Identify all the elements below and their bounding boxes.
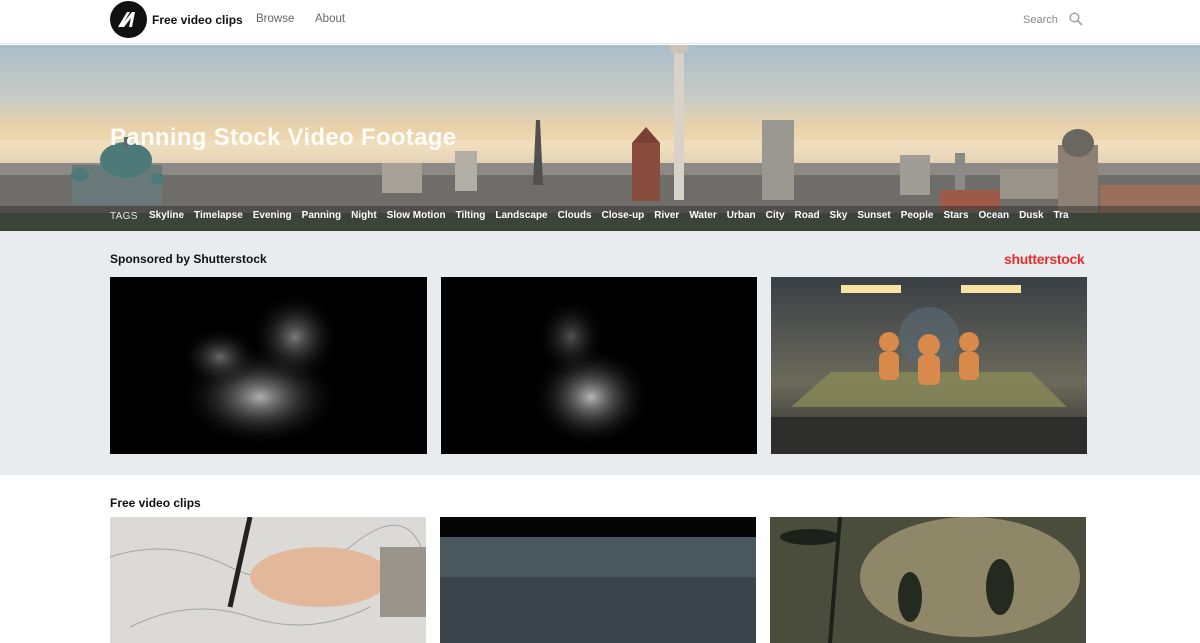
video-thumbnail[interactable] <box>771 277 1087 454</box>
tag-link[interactable]: Urban <box>727 210 756 221</box>
nav-about-link[interactable]: About <box>315 13 345 25</box>
top-navigation-bar: Free video clips Browse About Search <box>0 0 1200 44</box>
nav-browse-link[interactable]: Browse <box>256 13 294 25</box>
tag-link[interactable]: Slow Motion <box>387 210 446 221</box>
hero-banner: Panning Stock Video Footage TAGS Skyline… <box>0 45 1200 231</box>
search-icon[interactable] <box>1069 12 1083 26</box>
video-thumbnail[interactable] <box>110 517 426 643</box>
sponsored-section: Sponsored by Shutterstock shutterstock <box>0 231 1200 475</box>
tag-link[interactable]: Close-up <box>602 210 645 221</box>
shutterstock-logo[interactable]: shutterstock <box>1004 251 1085 267</box>
tag-link[interactable]: Night <box>351 210 377 221</box>
video-thumbnail[interactable] <box>441 277 757 454</box>
tag-link[interactable]: Clouds <box>558 210 592 221</box>
search-input[interactable]: Search <box>1023 14 1058 26</box>
tag-link[interactable]: Landscape <box>495 210 547 221</box>
brand-name[interactable]: Free video clips <box>152 13 243 27</box>
tag-link[interactable]: Sunset <box>857 210 890 221</box>
tag-link[interactable]: Tra <box>1054 210 1069 221</box>
tag-link[interactable]: Skyline <box>149 210 184 221</box>
tags-bar: TAGS Skyline Timelapse Evening Panning Night… <box>0 206 1200 231</box>
tag-link[interactable]: Panning <box>302 210 341 221</box>
play-logo-icon[interactable] <box>110 1 147 38</box>
tag-link[interactable]: City <box>766 210 785 221</box>
tag-link[interactable]: Evening <box>253 210 292 221</box>
video-thumbnail[interactable] <box>440 517 756 643</box>
video-thumbnail[interactable] <box>110 277 427 454</box>
tag-link[interactable]: Water <box>689 210 716 221</box>
tag-link[interactable]: Road <box>795 210 820 221</box>
free-clips-section: Free video clips <box>0 475 1200 643</box>
tag-link[interactable]: Sky <box>830 210 848 221</box>
tags-label: TAGS <box>110 211 138 222</box>
tag-link[interactable]: People <box>901 210 934 221</box>
sponsored-title: Sponsored by Shutterstock <box>110 252 267 266</box>
tag-list: Skyline Timelapse Evening Panning Night Slow … <box>149 210 1079 221</box>
free-clips-title: Free video clips <box>110 496 201 510</box>
tag-link[interactable]: Timelapse <box>194 210 243 221</box>
tag-link[interactable]: Ocean <box>979 210 1010 221</box>
video-thumbnail[interactable] <box>770 517 1086 643</box>
tag-link[interactable]: Stars <box>943 210 968 221</box>
tag-link[interactable]: Tilting <box>456 210 486 221</box>
page-title: Panning Stock Video Footage <box>110 124 457 151</box>
tag-link[interactable]: Dusk <box>1019 210 1043 221</box>
tag-link[interactable]: River <box>654 210 679 221</box>
